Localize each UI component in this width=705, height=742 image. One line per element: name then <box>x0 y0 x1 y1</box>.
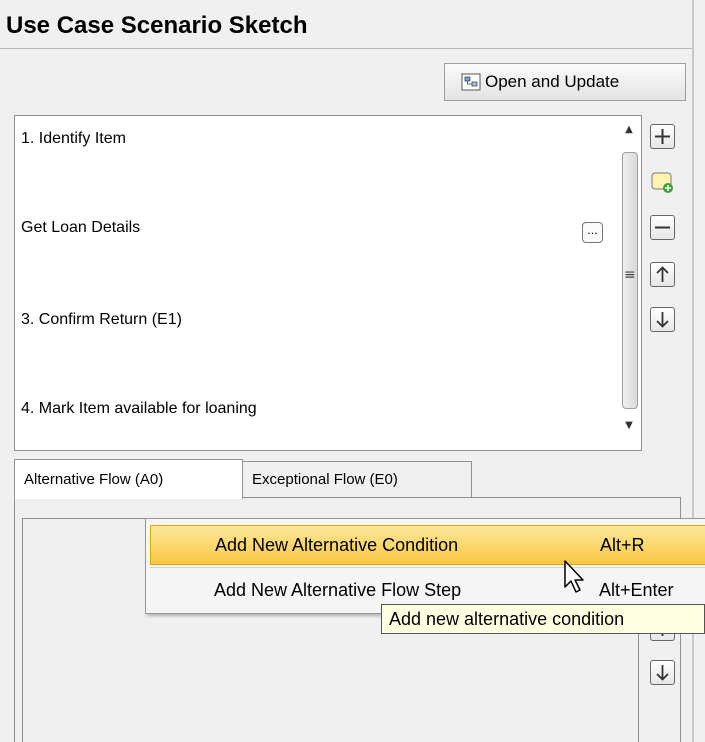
open-and-update-label: Open and Update <box>485 72 620 91</box>
remove-step-button[interactable] <box>650 215 675 240</box>
mouse-cursor-icon <box>564 560 584 593</box>
scroll-up-arrow-icon[interactable]: ▲ <box>622 124 636 138</box>
list-item[interactable]: 4. Mark Item available for loaning <box>21 400 257 418</box>
tooltip: Add new alternative condition <box>381 604 705 634</box>
add-step-button[interactable] <box>650 124 675 149</box>
edit-step-button[interactable]: ... <box>582 222 603 243</box>
menu-item-label: Add New Alternative Flow Step <box>214 580 462 600</box>
steps-scrollbar[interactable]: ▲ ≡ ▼ <box>618 120 640 446</box>
move-down-icon <box>656 665 669 681</box>
menu-item-label: Add New Alternative Condition <box>215 535 459 555</box>
grip-icon: ≡ <box>624 267 636 283</box>
move-up-icon <box>656 266 669 282</box>
menu-separator <box>150 567 705 568</box>
move-down-button-lower[interactable] <box>650 660 675 685</box>
list-item[interactable]: Get Loan Details <box>21 219 140 237</box>
add-alternative-icon <box>651 172 673 193</box>
tab-alternative-flow[interactable]: Alternative Flow (A0) <box>14 459 243 499</box>
menu-item-shortcut: Alt+Enter <box>599 580 674 600</box>
add-icon <box>655 129 670 144</box>
list-item[interactable]: 1. Identify Item <box>21 130 126 148</box>
menu-item-shortcut: Alt+R <box>600 535 645 555</box>
move-up-button[interactable] <box>650 262 675 287</box>
list-item[interactable]: 3. Confirm Return (E1) <box>21 311 182 329</box>
title-divider <box>0 48 694 49</box>
scroll-down-arrow-icon[interactable]: ▼ <box>622 420 636 434</box>
move-down-button[interactable] <box>650 307 675 332</box>
scrollbar-thumb[interactable]: ≡ <box>622 152 638 409</box>
add-alternative-button[interactable] <box>650 170 675 195</box>
tab-exceptional-flow[interactable]: Exceptional Flow (E0) <box>242 461 472 497</box>
move-down-icon <box>656 312 669 328</box>
context-menu: Add New Alternative Condition Alt+R Add … <box>145 518 705 614</box>
panel-title: Use Case Scenario Sketch <box>6 12 308 39</box>
scenario-steps-list[interactable]: 1. Identify Item Get Loan Details 3. Con… <box>14 115 642 451</box>
diagram-open-icon <box>461 73 481 91</box>
remove-icon <box>655 226 670 229</box>
menu-item-add-alternative-condition[interactable]: Add New Alternative Condition Alt+R <box>150 525 705 565</box>
open-and-update-button[interactable]: Open and Update <box>444 63 686 101</box>
